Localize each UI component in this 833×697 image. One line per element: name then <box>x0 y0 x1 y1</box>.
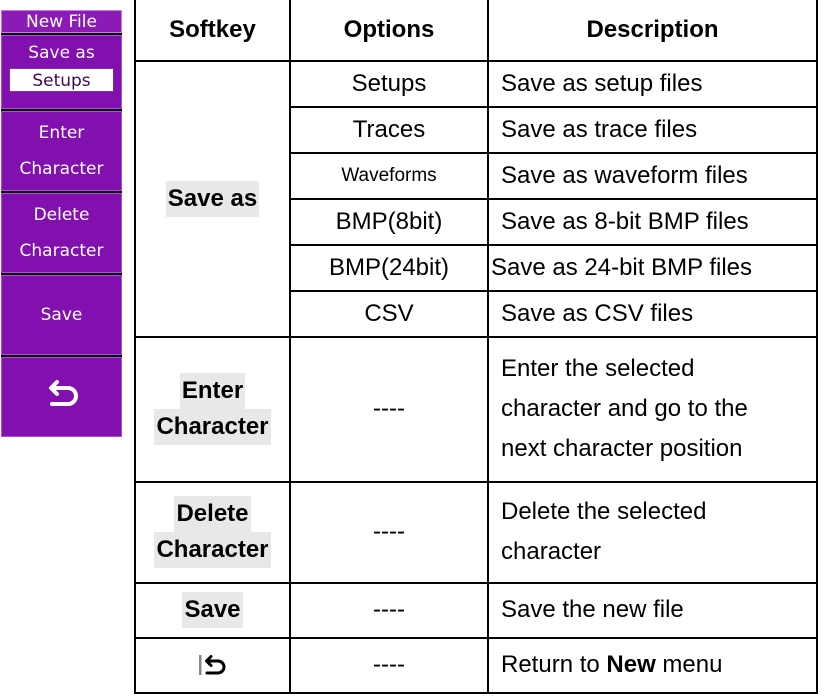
header-description: Description <box>487 0 818 62</box>
option-cell: Waveforms <box>289 151 489 200</box>
enter-character-softkey[interactable]: Enter Character <box>1 111 122 191</box>
description-line: Enter the selected <box>501 355 695 383</box>
softkey-cell-delete-character: Delete Character <box>134 480 291 584</box>
table-row: ---- Return to New menu <box>134 636 818 695</box>
table-row: Enter Character ---- Enter the selected … <box>134 335 818 483</box>
description-cell: Save the new file <box>487 581 818 639</box>
description-cell: Save as waveform files <box>487 151 818 200</box>
option-cell: ---- <box>289 636 489 695</box>
option-cell: Setups <box>289 59 489 108</box>
softkey-cell-enter-character: Enter Character <box>134 335 291 483</box>
description-cell: Save as CSV files <box>487 289 818 338</box>
description-cell: Return to New menu <box>487 636 818 695</box>
table-row: Save as Setups Save as setup files <box>134 59 818 338</box>
enter-character-line1: Enter <box>38 123 85 143</box>
header-softkey: Softkey <box>134 0 291 62</box>
softkey-name: Save as <box>165 180 260 217</box>
save-softkey-label: Save <box>40 305 83 325</box>
option-cell: ---- <box>289 335 489 483</box>
description-line: next character position <box>501 435 743 463</box>
softkey-cell-save: Save <box>134 581 291 639</box>
softkey-name-line2: Character <box>154 532 271 569</box>
description-cell: Save as 24-bit BMP files <box>487 243 818 292</box>
delete-character-line2: Character <box>19 241 104 261</box>
description-line: character and go to the <box>501 395 748 423</box>
return-arrow-icon <box>198 651 228 678</box>
option-cell: BMP(24bit) <box>289 243 489 292</box>
description-line: Delete the selected <box>501 498 707 526</box>
menu-title: New File <box>1 10 122 33</box>
save-as-softkey[interactable]: Save as Setups <box>1 35 122 109</box>
description-bold-text: New <box>606 651 656 679</box>
table-header-row: Softkey Options Description <box>134 0 818 62</box>
return-arrow-icon <box>42 375 82 420</box>
description-cell: Enter the selected character and go to t… <box>487 335 818 483</box>
description-cell: Save as setup files <box>487 59 818 108</box>
softkey-name-line1: Delete <box>174 496 251 533</box>
option-cell: ---- <box>289 581 489 639</box>
header-options: Options <box>289 0 489 62</box>
save-softkey[interactable]: Save <box>1 275 122 355</box>
softkey-description-table: Softkey Options Description Save as Setu… <box>134 0 818 695</box>
description-line: character <box>501 538 602 566</box>
delete-character-line1: Delete <box>33 205 90 225</box>
description-text: menu <box>655 651 723 679</box>
description-cell: Delete the selected character <box>487 480 818 584</box>
delete-character-softkey[interactable]: Delete Character <box>1 193 122 273</box>
return-softkey[interactable] <box>1 357 122 437</box>
save-as-label: Save as <box>28 43 95 63</box>
option-cell: CSV <box>289 289 489 338</box>
table-row: Save ---- Save the new file <box>134 581 818 639</box>
softkey-cell-save-as: Save as <box>134 59 291 338</box>
option-cell: BMP(8bit) <box>289 197 489 246</box>
softkey-name: Save <box>182 592 243 629</box>
option-cell: ---- <box>289 480 489 584</box>
softkey-menu: New File Save as Setups Enter Character … <box>1 10 122 437</box>
table-row: Delete Character ---- Delete the selecte… <box>134 480 818 584</box>
enter-character-line2: Character <box>19 159 104 179</box>
description-cell: Save as trace files <box>487 105 818 154</box>
description-text: Return to <box>501 651 607 679</box>
softkey-cell-return <box>134 636 291 695</box>
option-cell: Traces <box>289 105 489 154</box>
softkey-name-line2: Character <box>154 409 271 446</box>
softkey-name-line1: Enter <box>179 373 246 410</box>
save-as-value: Setups <box>9 68 114 92</box>
description-cell: Save as 8-bit BMP files <box>487 197 818 246</box>
